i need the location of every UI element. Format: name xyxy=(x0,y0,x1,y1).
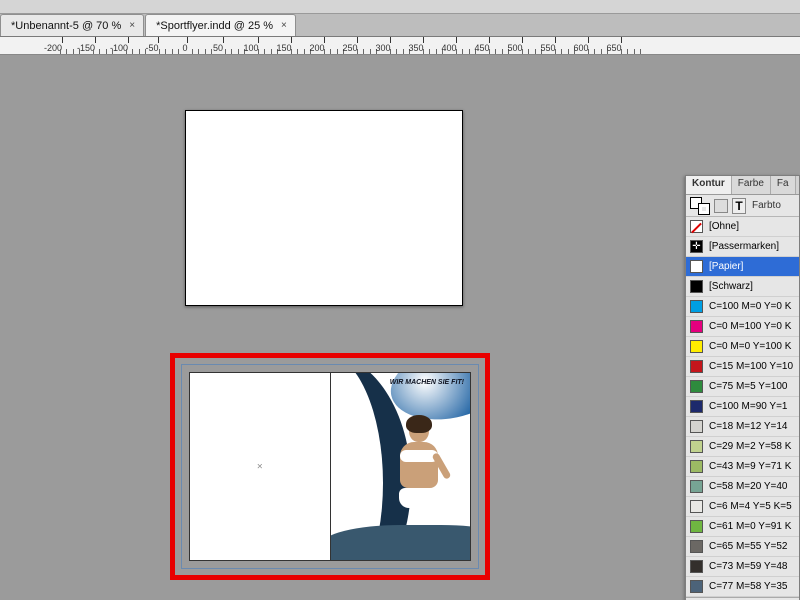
swatch-color-icon xyxy=(690,280,703,293)
swatch-row[interactable]: C=77 M=58 Y=35 xyxy=(686,577,799,597)
swatch-color-icon xyxy=(690,560,703,573)
panel-tab-kontur[interactable]: Kontur xyxy=(686,176,732,194)
empty-frame-icon: × xyxy=(257,461,263,472)
spread-bleed-guide: × WIR MACHEN SIE FIT! xyxy=(181,364,479,569)
panel-tab-farbe[interactable]: Farbe xyxy=(732,176,771,194)
swatch-row[interactable]: [Schwarz] xyxy=(686,277,799,297)
fitness-figure-image xyxy=(386,418,451,536)
swatch-row[interactable]: C=29 M=2 Y=58 K xyxy=(686,437,799,457)
swatch-color-icon xyxy=(690,480,703,493)
swatch-row[interactable]: C=18 M=12 Y=14 xyxy=(686,417,799,437)
swatch-color-icon xyxy=(690,380,703,393)
swatch-color-icon xyxy=(690,520,703,533)
format-text-icon[interactable]: T xyxy=(732,198,746,214)
swatch-name: C=75 M=5 Y=100 xyxy=(709,381,795,392)
panel-tab-bar: Kontur Farbe Fa xyxy=(686,176,799,195)
ruler-tick: 0 xyxy=(185,37,190,53)
spread-right-page[interactable]: WIR MACHEN SIE FIT! xyxy=(331,372,472,561)
swatches-panel[interactable]: Kontur Farbe Fa T Farbto [Ohne] [Passerma… xyxy=(685,175,800,600)
swatch-name: C=6 M=4 Y=5 K=5 xyxy=(709,501,795,512)
swatch-color-icon xyxy=(690,440,703,453)
format-container-icon[interactable] xyxy=(714,199,728,213)
swatch-color-icon xyxy=(690,580,703,593)
swatch-row[interactable]: C=100 M=0 Y=0 K xyxy=(686,297,799,317)
swatch-name: C=58 M=20 Y=40 xyxy=(709,481,795,492)
swatch-row[interactable]: [Passermarken] xyxy=(686,237,799,257)
swatch-name: C=15 M=100 Y=10 xyxy=(709,361,795,372)
ruler-tick: -100 xyxy=(119,37,137,53)
swatch-name: C=100 M=90 Y=1 xyxy=(709,401,795,412)
swatch-row[interactable]: C=61 M=0 Y=91 K xyxy=(686,517,799,537)
swatch-color-icon xyxy=(690,540,703,553)
swatch-row[interactable]: C=58 M=20 Y=40 xyxy=(686,477,799,497)
swatch-color-icon xyxy=(690,400,703,413)
fill-stroke-icon[interactable] xyxy=(690,197,710,215)
swatch-color-icon xyxy=(690,320,703,333)
tint-label: Farbto xyxy=(752,200,781,211)
swatch-name: C=29 M=2 Y=58 K xyxy=(709,441,795,452)
panel-tab-more[interactable]: Fa xyxy=(771,176,796,194)
swatch-row[interactable]: C=75 M=5 Y=100 xyxy=(686,377,799,397)
swatch-row[interactable]: C=65 M=55 Y=52 xyxy=(686,537,799,557)
swatch-row[interactable]: C=100 M=90 Y=1 xyxy=(686,397,799,417)
cover-headline: WIR MACHEN SIE FIT! xyxy=(390,379,464,386)
swatch-color-icon xyxy=(690,240,703,253)
swatch-color-icon xyxy=(690,220,703,233)
swatch-row[interactable]: C=0 M=0 Y=100 K xyxy=(686,337,799,357)
spread-left-page[interactable]: × xyxy=(189,372,331,561)
document-tab[interactable]: *Unbenannt-5 @ 70 % × xyxy=(0,14,144,36)
swatch-list[interactable]: [Ohne] [Passermarken] [Papier] [Schwarz] C=1… xyxy=(686,217,799,597)
close-icon[interactable]: × xyxy=(127,20,137,31)
ruler-tick: -200 xyxy=(53,37,71,53)
swatch-name: C=18 M=12 Y=14 xyxy=(709,421,795,432)
swatch-name: [Schwarz] xyxy=(709,281,795,292)
top-toolbar xyxy=(0,0,800,14)
tab-label: *Sportflyer.indd @ 25 % xyxy=(156,20,273,32)
swatch-row[interactable]: [Ohne] xyxy=(686,217,799,237)
document-tab-bar: *Unbenannt-5 @ 70 % × *Sportflyer.indd @… xyxy=(0,14,800,37)
swatch-row[interactable]: C=6 M=4 Y=5 K=5 xyxy=(686,497,799,517)
spread-pages[interactable]: × WIR MACHEN SIE FIT! xyxy=(189,372,471,561)
swatch-row[interactable]: [Papier] xyxy=(686,257,799,277)
swatch-color-icon xyxy=(690,360,703,373)
ruler-tick: 50 xyxy=(218,37,228,53)
swatch-name: [Papier] xyxy=(709,261,795,272)
swatch-row[interactable]: C=73 M=59 Y=48 xyxy=(686,557,799,577)
swatch-name: C=0 M=0 Y=100 K xyxy=(709,341,795,352)
swatch-color-icon xyxy=(690,460,703,473)
swatch-row[interactable]: C=43 M=9 Y=71 K xyxy=(686,457,799,477)
swatch-color-icon xyxy=(690,500,703,513)
workspace[interactable]: × WIR MACHEN SIE FIT! K xyxy=(0,55,800,600)
document-tab[interactable]: *Sportflyer.indd @ 25 % × xyxy=(145,14,296,36)
page-blank[interactable] xyxy=(185,110,463,306)
swatch-row[interactable]: C=0 M=100 Y=0 K xyxy=(686,317,799,337)
swatch-name: C=100 M=0 Y=0 K xyxy=(709,301,795,312)
ruler-tick: -150 xyxy=(86,37,104,53)
swatch-name: C=61 M=0 Y=91 K xyxy=(709,521,795,532)
tab-label: *Unbenannt-5 @ 70 % xyxy=(11,20,121,32)
swatch-name: [Ohne] xyxy=(709,221,795,232)
close-icon[interactable]: × xyxy=(279,20,289,31)
swatch-color-icon xyxy=(690,300,703,313)
swatch-name: [Passermarken] xyxy=(709,241,795,252)
swatch-name: C=43 M=9 Y=71 K xyxy=(709,461,795,472)
swatch-name: C=77 M=58 Y=35 xyxy=(709,581,795,592)
swatch-name: C=65 M=55 Y=52 xyxy=(709,541,795,552)
swatch-row[interactable]: C=15 M=100 Y=10 xyxy=(686,357,799,377)
swatch-color-icon xyxy=(690,260,703,273)
swatch-color-icon xyxy=(690,340,703,353)
swatch-color-icon xyxy=(690,420,703,433)
swatch-name: C=73 M=59 Y=48 xyxy=(709,561,795,572)
horizontal-ruler[interactable]: -200-150-100-500501001502002503003504004… xyxy=(0,37,800,55)
swatch-name: C=0 M=100 Y=0 K xyxy=(709,321,795,332)
swatch-tool-row: T Farbto xyxy=(686,195,799,217)
highlighted-spread: × WIR MACHEN SIE FIT! xyxy=(170,353,490,580)
